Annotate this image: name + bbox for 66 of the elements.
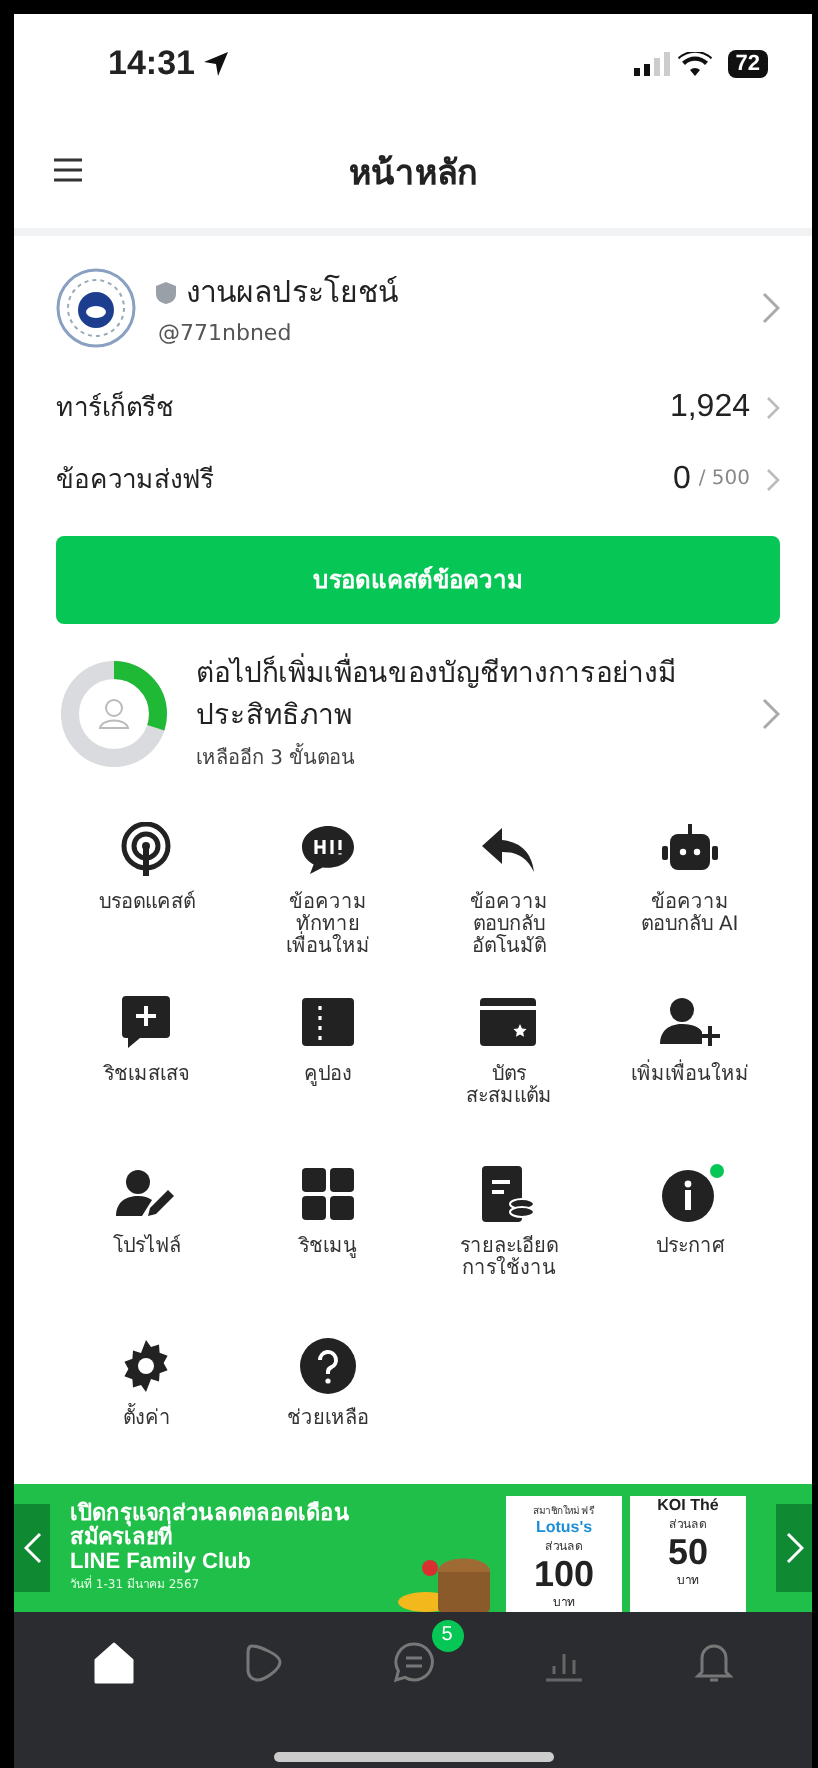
bell-icon (691, 1639, 735, 1684)
account-row[interactable]: งานผลประโยชน์ @771nbned (56, 243, 780, 372)
banner-headline: LINE Family Club (70, 1549, 253, 1574)
chevron-right-icon (785, 1531, 803, 1564)
location-arrow-icon (202, 50, 231, 79)
hi-speech-bubble-icon (299, 823, 356, 876)
stat-value: 1,924 (669, 389, 750, 426)
stat-label: ทาร์เก็ตรีช (56, 389, 176, 429)
chevron-right-icon (762, 291, 780, 324)
progress-ring (56, 655, 172, 772)
card-icon (480, 997, 537, 1046)
menu-item[interactable]: ข้อความ ตอบกลับ AI (599, 819, 780, 968)
menu-item[interactable]: ช่วยเหลือ (237, 1335, 418, 1484)
info-icon (661, 1165, 718, 1222)
robot-icon (661, 823, 718, 876)
menu-item[interactable]: ริชเมนู (237, 1163, 418, 1312)
previous-arrow-button[interactable] (14, 1503, 50, 1592)
stat-row[interactable]: ข้อความส่งฟรี 0 / 500 (56, 443, 780, 516)
menu-icon[interactable] (54, 158, 82, 183)
stat-total: / 500 (698, 468, 750, 491)
chevron-left-icon (23, 1531, 41, 1564)
banner-headline: สมัครเลยที่ (70, 1525, 390, 1550)
stat-row[interactable]: ทาร์เก็ตรีช 1,924 (56, 371, 780, 444)
edit-profile-icon (116, 1167, 177, 1220)
page-title: หน้าหลัก (349, 151, 477, 198)
seal-logo-icon (56, 267, 136, 348)
status-time: 14:31 (108, 44, 195, 85)
play-icon (241, 1639, 285, 1684)
signal-icon (633, 52, 670, 77)
menu-item[interactable]: โปรไฟล์ (56, 1163, 237, 1312)
grid-icon (301, 1167, 354, 1220)
menu-item[interactable]: คูปอง (237, 991, 418, 1140)
reply-arrow-icon (480, 825, 537, 874)
home-icon (91, 1639, 135, 1684)
chevron-right-icon (766, 395, 780, 420)
menu-item[interactable]: บัตร สะสมแต้ม (418, 991, 599, 1140)
unread-count-badge: 5 (431, 1619, 463, 1652)
menu-item[interactable]: บรอดแคสต์ (56, 819, 237, 968)
menu-item[interactable]: ข้อความ ทักทาย เพื่อนใหม่ (237, 819, 418, 968)
help-icon (299, 1337, 356, 1394)
stat-label: ข้อความส่งฟรี (56, 463, 216, 501)
add-person-icon (659, 995, 720, 1048)
progress-subtitle: เหลืออีก 3 ขั้นตอน (196, 742, 722, 773)
menu-item[interactable]: ตั้งค่า (56, 1335, 237, 1484)
broadcast-icon (120, 821, 173, 878)
document-coins-icon (482, 1165, 535, 1222)
battery-indicator: 72 (727, 50, 768, 79)
add-message-icon (122, 995, 171, 1048)
chat-icon (391, 1639, 435, 1684)
next-arrow-button[interactable] (776, 1503, 812, 1592)
progress-title: ต่อไปก็เพิ่มเพื่อนของบัญชีทางการอย่างมีประสิทธิภาพ (196, 654, 722, 739)
menu-item[interactable]: ประกาศ (599, 1163, 780, 1312)
chevron-right-icon (766, 467, 780, 492)
settings-icon (120, 1339, 173, 1392)
account-id: @771nbned (158, 320, 294, 347)
setup-progress-row[interactable]: ต่อไปก็เพิ่มเพื่อนของบัญชีทางการอย่างมีประสิทธิภาพ เหลืออีก 3 ขั้นตอน (56, 651, 780, 776)
menu-item[interactable]: เพิ่มเพื่อนใหม่ (599, 991, 780, 1140)
wifi-icon (677, 52, 712, 77)
stat-value: 0 (672, 461, 691, 498)
menu-item[interactable]: ข้อความ ตอบกลับ อัตโนมัติ (418, 819, 599, 968)
shield-icon (156, 281, 176, 304)
menu-item[interactable]: ริชเมสเสจ (56, 991, 237, 1140)
menu-item[interactable]: รายละเอียด การใช้งาน (418, 1163, 599, 1312)
coupon-icon (301, 997, 354, 1046)
account-name: งานผลประโยชน์ (186, 272, 398, 315)
chevron-right-icon (762, 697, 780, 730)
